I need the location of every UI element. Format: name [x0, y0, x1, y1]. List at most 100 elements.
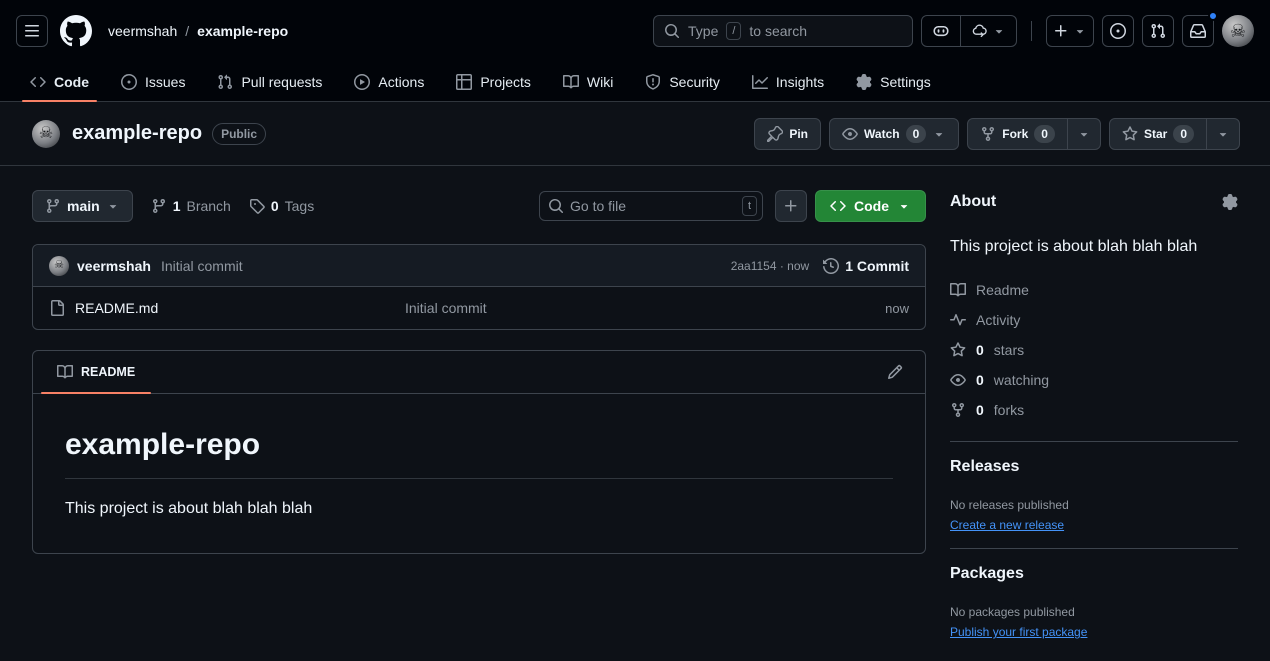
readme-paragraph: This project is about blah blah blah: [65, 497, 893, 521]
tab-issues[interactable]: Issues: [107, 62, 199, 101]
copilot-agents-button[interactable]: [960, 16, 1016, 46]
tab-code[interactable]: Code: [16, 62, 103, 101]
tab-label: Security: [669, 74, 720, 90]
copilot-button[interactable]: [922, 16, 960, 46]
sidebar-item-activity[interactable]: Activity: [950, 305, 1238, 335]
issues-dashboard-button[interactable]: [1102, 15, 1134, 47]
star-count: 0: [1173, 125, 1194, 143]
tag-icon: [249, 198, 265, 214]
eye-icon: [842, 126, 858, 142]
tags-link[interactable]: 0 Tags: [249, 198, 314, 214]
create-release-link[interactable]: Create a new release: [950, 518, 1064, 532]
copilot-icon: [932, 22, 950, 40]
git-branch-icon: [45, 198, 61, 214]
star-button-group: Star 0: [1109, 118, 1240, 150]
graph-icon: [752, 74, 768, 90]
commit-meta: 2aa1154 · now 1 Commit: [731, 258, 909, 274]
pin-label: Pin: [789, 127, 808, 141]
git-pull-request-icon: [1150, 23, 1166, 39]
triangle-down-icon: [1077, 127, 1091, 141]
tab-label: Settings: [880, 74, 931, 90]
three-bars-icon: [24, 23, 40, 39]
breadcrumb-repo[interactable]: example-repo: [197, 23, 288, 39]
repo-nav-tabs: Code Issues Pull requests Actions Projec…: [0, 62, 1270, 102]
file-commit-message-link[interactable]: Initial commit: [405, 300, 885, 316]
file-toolbar: main 1 Branch 0 Tags t: [32, 190, 926, 222]
fork-button[interactable]: Fork 0: [968, 119, 1067, 149]
file-name-link[interactable]: README.md: [75, 300, 158, 316]
about-title: About: [950, 193, 996, 211]
sidebar-item-label: Readme: [976, 282, 1029, 298]
packages-section: Packages No packages published Publish y…: [950, 565, 1238, 639]
repo-header: ☠ example-repo Public Pin Watch 0 Fork 0: [0, 102, 1270, 166]
commit-sha-time[interactable]: 2aa1154 · now: [731, 259, 810, 273]
current-branch-label: main: [67, 198, 100, 214]
sidebar-item-watching[interactable]: 0 watching: [950, 365, 1238, 395]
hamburger-menu-button[interactable]: [16, 15, 48, 47]
plus-icon: [1053, 23, 1069, 39]
edit-repo-settings-button[interactable]: [1222, 194, 1238, 210]
sidebar-item-label: Activity: [976, 312, 1020, 328]
file-commit-time: now: [885, 301, 909, 316]
global-search-input[interactable]: Type / to search: [653, 15, 913, 47]
watch-count: 0: [906, 125, 927, 143]
sidebar-item-forks[interactable]: 0 forks: [950, 395, 1238, 425]
tab-security[interactable]: Security: [631, 62, 734, 101]
fork-dropdown-button[interactable]: [1067, 119, 1100, 149]
tab-wiki[interactable]: Wiki: [549, 62, 627, 101]
commit-message[interactable]: Initial commit: [161, 258, 243, 274]
create-new-button[interactable]: [1046, 15, 1094, 47]
history-icon: [823, 258, 839, 274]
commit-author[interactable]: veermshah: [77, 258, 151, 274]
repo-forked-icon: [980, 126, 996, 142]
star-dropdown-button[interactable]: [1206, 119, 1239, 149]
repo-title[interactable]: example-repo: [72, 122, 202, 145]
pull-requests-dashboard-button[interactable]: [1142, 15, 1174, 47]
tab-label: Code: [54, 74, 89, 90]
tab-insights[interactable]: Insights: [738, 62, 838, 101]
edit-readme-button[interactable]: [881, 358, 909, 386]
commit-author-avatar[interactable]: ☠: [49, 256, 69, 276]
search-placeholder-prefix: Type: [688, 23, 718, 39]
user-avatar[interactable]: ☠: [1222, 15, 1254, 47]
shield-icon: [645, 74, 661, 90]
watch-button[interactable]: Watch 0: [830, 119, 958, 149]
fork-label: Fork: [1002, 127, 1028, 141]
book-icon: [950, 282, 966, 298]
goto-file-input[interactable]: [539, 191, 763, 221]
readme-card: README example-repo This project is abou…: [32, 350, 926, 554]
tab-settings[interactable]: Settings: [842, 62, 945, 101]
goto-file-wrap: t: [539, 191, 763, 221]
branch-selector-button[interactable]: main: [32, 190, 133, 222]
code-download-button[interactable]: Code: [815, 190, 926, 222]
github-logo-icon[interactable]: [60, 15, 92, 47]
tab-pull-requests[interactable]: Pull requests: [203, 62, 336, 101]
search-icon: [548, 198, 564, 214]
sidebar-item-stars[interactable]: 0 stars: [950, 335, 1238, 365]
star-label: Star: [1144, 127, 1167, 141]
pin-button[interactable]: Pin: [754, 118, 821, 150]
book-icon: [563, 74, 579, 90]
repo-owner-avatar[interactable]: ☠: [32, 120, 60, 148]
file-name-cell: README.md: [49, 300, 405, 316]
t-key-hint: t: [742, 196, 757, 216]
tab-projects[interactable]: Projects: [442, 62, 545, 101]
add-file-button[interactable]: [775, 190, 807, 222]
branches-link[interactable]: 1 Branch: [151, 198, 231, 214]
readme-body: example-repo This project is about blah …: [33, 394, 925, 553]
table-row[interactable]: README.md Initial commit now: [33, 287, 925, 329]
watch-button-group: Watch 0: [829, 118, 959, 150]
sidebar-item-readme[interactable]: Readme: [950, 275, 1238, 305]
star-button[interactable]: Star 0: [1110, 119, 1206, 149]
tab-actions[interactable]: Actions: [340, 62, 438, 101]
readme-tab[interactable]: README: [41, 351, 151, 393]
tag-count: 0: [271, 198, 279, 214]
readme-tab-label: README: [81, 365, 135, 379]
commit-history-link[interactable]: 1 Commit: [823, 258, 909, 274]
plus-icon: [783, 198, 799, 214]
copilot-button-group: [921, 15, 1017, 47]
tab-label: Wiki: [587, 74, 613, 90]
pin-icon: [767, 126, 783, 142]
breadcrumb-owner[interactable]: veermshah: [108, 23, 177, 39]
publish-package-link[interactable]: Publish your first package: [950, 625, 1087, 639]
